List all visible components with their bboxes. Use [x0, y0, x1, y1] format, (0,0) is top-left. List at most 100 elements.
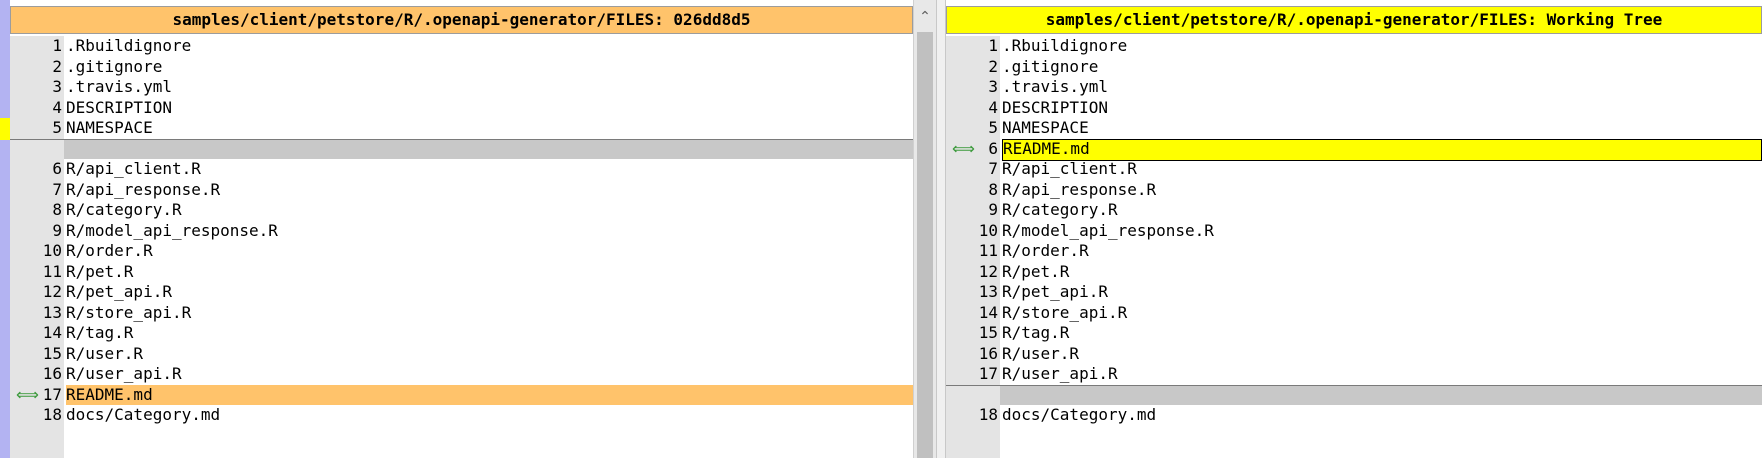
line-content: NAMESPACE [1002, 118, 1089, 137]
diff-line[interactable]: 1 .Rbuildignore [946, 36, 1762, 57]
diff-line[interactable]: 7 R/api_response.R [10, 180, 913, 201]
phantom-line[interactable] [946, 384, 1762, 405]
diff-line[interactable]: 7 R/api_client.R [946, 159, 1762, 180]
line-text[interactable]: R/user_api.R [1002, 364, 1762, 385]
line-text[interactable]: R/tag.R [1002, 323, 1762, 344]
location-overview-strip[interactable] [0, 0, 10, 458]
line-text[interactable]: R/model_api_response.R [1002, 221, 1762, 242]
line-text[interactable]: docs/Category.md [66, 405, 913, 426]
line-content: R/store_api.R [66, 302, 192, 322]
line-text[interactable]: .travis.yml [1002, 77, 1762, 98]
line-text[interactable]: R/api_client.R [66, 159, 913, 180]
diff-line[interactable]: 9 R/model_api_response.R [10, 221, 913, 242]
line-text[interactable]: R/user.R [1002, 344, 1762, 365]
line-text[interactable]: R/user_api.R [66, 364, 913, 385]
pane-splitter[interactable] [936, 0, 946, 458]
line-content: R/order.R [1002, 241, 1089, 260]
left-pane-lines[interactable]: 1 .Rbuildignore 2 .gitignore 3 .travis.yml 4 DE… [10, 36, 913, 458]
line-content: R/model_api_response.R [66, 220, 278, 240]
diff-line[interactable]: 11 R/pet.R [10, 262, 913, 283]
diff-line[interactable]: 18 docs/Category.md [946, 405, 1762, 426]
left-vertical-scrollbar[interactable]: ⌃ [913, 0, 936, 458]
line-text[interactable]: R/user.R [66, 344, 913, 365]
diff-line[interactable]: 1 .Rbuildignore [10, 36, 913, 57]
location-mark-change[interactable] [0, 118, 10, 140]
diff-line[interactable]: 3 .travis.yml [10, 77, 913, 98]
line-number: 5 [988, 118, 998, 137]
line-text[interactable]: R/category.R [1002, 200, 1762, 221]
chevron-up-icon[interactable]: ⌃ [914, 6, 936, 28]
diff-line[interactable]: 15 R/tag.R [946, 323, 1762, 344]
diff-line[interactable]: 15 R/user.R [10, 344, 913, 365]
diff-line[interactable]: 16 R/user_api.R [10, 364, 913, 385]
line-text[interactable]: R/pet_api.R [1002, 282, 1762, 303]
line-text[interactable]: .Rbuildignore [1002, 36, 1762, 57]
diff-line[interactable]: 3 .travis.yml [946, 77, 1762, 98]
diff-line[interactable]: 9 R/category.R [946, 200, 1762, 221]
diff-line[interactable]: 13 R/store_api.R [10, 303, 913, 324]
diff-line[interactable]: 14 R/store_api.R [946, 303, 1762, 324]
changed-line[interactable]: ⟺ 17 README.md [10, 384, 913, 405]
line-text[interactable]: R/store_api.R [66, 303, 913, 324]
line-content: DESCRIPTION [66, 97, 172, 117]
line-number: 15 [978, 323, 998, 342]
line-text[interactable]: R/api_response.R [66, 180, 913, 201]
diff-line[interactable]: 4 DESCRIPTION [10, 98, 913, 119]
line-text[interactable]: DESCRIPTION [66, 98, 913, 119]
line-number: 6 [52, 159, 62, 178]
line-text[interactable]: .gitignore [66, 57, 913, 78]
diff-line[interactable]: 14 R/tag.R [10, 323, 913, 344]
line-text[interactable]: R/api_client.R [1002, 159, 1762, 180]
line-content: NAMESPACE [66, 118, 153, 137]
line-text[interactable]: R/order.R [66, 241, 913, 262]
line-number: 18 [978, 405, 998, 424]
diff-line[interactable]: 12 R/pet.R [946, 262, 1762, 283]
line-number: 7 [988, 159, 998, 178]
diff-line[interactable]: 4 DESCRIPTION [946, 98, 1762, 119]
diff-line[interactable]: 13 R/pet_api.R [946, 282, 1762, 303]
diff-line[interactable]: 10 R/model_api_response.R [946, 221, 1762, 242]
diff-line[interactable]: 5 NAMESPACE [10, 118, 913, 139]
line-number: 10 [42, 241, 62, 260]
line-text[interactable]: README.md [1002, 138, 1762, 161]
phantom-line[interactable] [10, 138, 913, 159]
diff-line[interactable]: 2 .gitignore [10, 57, 913, 78]
line-text[interactable]: R/store_api.R [1002, 303, 1762, 324]
line-text[interactable]: R/pet.R [1002, 262, 1762, 283]
line-text[interactable]: .travis.yml [66, 77, 913, 98]
line-text[interactable]: R/tag.R [66, 323, 913, 344]
line-content: R/user_api.R [66, 364, 182, 383]
line-text[interactable]: R/category.R [66, 200, 913, 221]
diff-line[interactable]: 5 NAMESPACE [946, 118, 1762, 139]
line-text[interactable]: README.md [66, 384, 913, 405]
diff-line[interactable]: 18 docs/Category.md [10, 405, 913, 426]
line-text[interactable]: NAMESPACE [1002, 118, 1762, 139]
line-content: R/user.R [66, 343, 144, 363]
line-text[interactable]: .gitignore [1002, 57, 1762, 78]
diff-line[interactable]: 16 R/user.R [946, 344, 1762, 365]
diff-line[interactable]: 8 R/category.R [10, 200, 913, 221]
line-text[interactable]: NAMESPACE [66, 118, 913, 139]
changed-line[interactable]: ⟺ 6 README.md [946, 138, 1762, 161]
diff-line[interactable]: 2 .gitignore [946, 57, 1762, 78]
line-text[interactable]: R/model_api_response.R [66, 221, 913, 242]
diff-line[interactable]: 10 R/order.R [10, 241, 913, 262]
line-text[interactable]: .Rbuildignore [66, 36, 913, 57]
diff-line[interactable]: 12 R/pet_api.R [10, 282, 913, 303]
line-text[interactable]: R/pet.R [66, 262, 913, 283]
line-text[interactable]: DESCRIPTION [1002, 98, 1762, 119]
line-content: README.md [1003, 138, 1090, 158]
diff-line[interactable]: 6 R/api_client.R [10, 159, 913, 180]
diff-line[interactable]: 11 R/order.R [946, 241, 1762, 262]
scrollbar-thumb[interactable] [917, 32, 933, 458]
line-number: 16 [42, 364, 62, 383]
right-pane-lines[interactable]: 1 .Rbuildignore 2 .gitignore 3 .travis.yml 4 DE… [946, 36, 1762, 458]
line-text[interactable]: docs/Category.md [1002, 405, 1762, 426]
diff-line[interactable]: 8 R/api_response.R [946, 180, 1762, 201]
line-text[interactable]: R/pet_api.R [66, 282, 913, 303]
line-text[interactable]: R/order.R [1002, 241, 1762, 262]
diff-line[interactable]: 17 R/user_api.R [946, 364, 1762, 385]
line-text[interactable]: R/api_response.R [1002, 180, 1762, 201]
line-number: 6 [988, 138, 998, 158]
line-number: 12 [42, 282, 62, 301]
